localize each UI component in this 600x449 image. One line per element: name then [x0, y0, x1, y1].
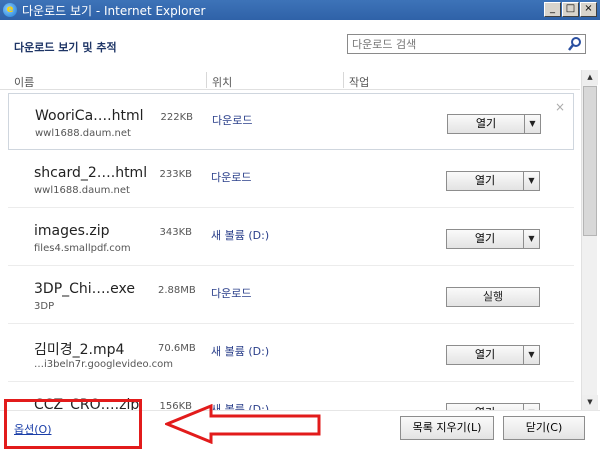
- minimize-button[interactable]: _: [544, 2, 561, 17]
- download-row[interactable]: 김미경_2.mp4 …i3beln7r.googlevideo.com 70.6…: [8, 325, 574, 382]
- dropdown-arrow-icon[interactable]: ▼: [523, 171, 540, 191]
- file-host: files4.smallpdf.com: [34, 243, 131, 254]
- dropdown-arrow-icon[interactable]: ▼: [523, 403, 540, 410]
- open-button[interactable]: 열기: [446, 345, 523, 365]
- search-box: [347, 34, 586, 54]
- window-title: 다운로드 보기 - Internet Explorer: [22, 3, 206, 18]
- file-size: 222KB: [160, 112, 193, 123]
- scroll-down-icon[interactable]: ▼: [582, 395, 598, 410]
- ie-icon: e: [3, 3, 17, 17]
- search-input[interactable]: [348, 37, 567, 51]
- file-name: shcard_2….html: [34, 165, 148, 181]
- scroll-up-icon[interactable]: ▲: [582, 70, 598, 85]
- open-button[interactable]: 열기: [447, 114, 524, 134]
- dropdown-arrow-icon[interactable]: ▼: [523, 345, 540, 365]
- close-button[interactable]: 닫기(C): [503, 416, 585, 440]
- download-list: WooriCa….html wwl1688.daum.net 222KB 다운로…: [0, 91, 580, 410]
- annotation-arrow-icon: [165, 404, 321, 444]
- scroll-thumb[interactable]: [583, 86, 597, 236]
- file-size: 2.88MB: [158, 285, 196, 296]
- file-location[interactable]: 새 볼륨 (D:): [211, 227, 269, 243]
- run-button[interactable]: 실행: [446, 287, 540, 307]
- annotation-highlight-box: [4, 399, 142, 449]
- remove-item-icon[interactable]: ×: [555, 100, 565, 114]
- file-location[interactable]: 새 볼륨 (D:): [211, 343, 269, 359]
- open-button[interactable]: 열기: [446, 229, 523, 249]
- column-header-name[interactable]: 이름: [14, 74, 34, 90]
- file-size: 233KB: [159, 169, 192, 180]
- download-row[interactable]: shcard_2….html wwl1688.daum.net 233KB 다운…: [8, 151, 574, 208]
- file-host: wwl1688.daum.net: [34, 185, 130, 196]
- title-bar: e 다운로드 보기 - Internet Explorer _ □ ×: [0, 0, 600, 20]
- file-name: 3DP_Chi….exe: [34, 281, 135, 297]
- file-location[interactable]: 다운로드: [212, 112, 252, 128]
- file-size: 70.6MB: [158, 343, 196, 354]
- file-name: WooriCa….html: [35, 108, 144, 124]
- file-host: …i3beln7r.googlevideo.com: [34, 359, 174, 370]
- maximize-button[interactable]: □: [562, 2, 579, 17]
- file-name: 김미경_2.mp4: [34, 342, 125, 358]
- search-icon[interactable]: [567, 36, 583, 52]
- file-size: 343KB: [159, 227, 192, 238]
- column-header-location[interactable]: 위치: [212, 74, 232, 90]
- download-row[interactable]: 3DP_Chi….exe 3DP 2.88MB 다운로드 실행: [8, 267, 574, 324]
- close-window-button[interactable]: ×: [580, 2, 597, 17]
- column-header-action[interactable]: 작업: [349, 74, 369, 90]
- column-headers: 이름 위치 작업: [0, 70, 580, 90]
- download-row[interactable]: images.zip files4.smallpdf.com 343KB 새 볼…: [8, 209, 574, 266]
- page-title: 다운로드 보기 및 추적: [14, 41, 117, 54]
- file-host: wwl1688.daum.net: [35, 128, 131, 139]
- file-name: images.zip: [34, 223, 110, 239]
- dropdown-arrow-icon[interactable]: ▼: [524, 114, 541, 134]
- file-location[interactable]: 다운로드: [211, 169, 251, 185]
- open-button[interactable]: 열기: [446, 171, 523, 191]
- clear-list-button[interactable]: 목록 지우기(L): [400, 416, 494, 440]
- file-host: 3DP: [34, 301, 55, 312]
- open-button[interactable]: 열기: [446, 403, 523, 410]
- file-location[interactable]: 다운로드: [211, 285, 251, 301]
- vertical-scrollbar[interactable]: ▲ ▼: [581, 70, 598, 410]
- download-row[interactable]: WooriCa….html wwl1688.daum.net 222KB 다운로…: [8, 93, 574, 150]
- dropdown-arrow-icon[interactable]: ▼: [523, 229, 540, 249]
